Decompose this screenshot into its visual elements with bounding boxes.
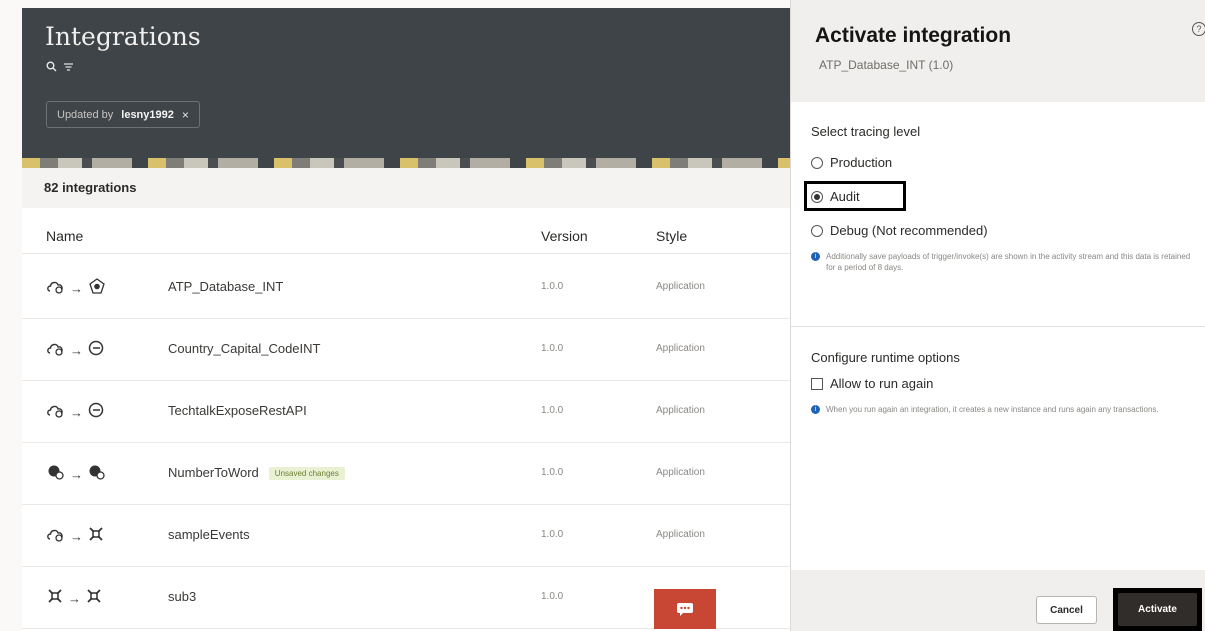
page-title: Integrations <box>45 22 201 51</box>
drawer-header: Activate integration ATP_Database_INT (1… <box>791 0 1205 102</box>
table-row[interactable]: → TechtalkExposeRestAPI 1.0.0 Applicatio… <box>22 381 790 443</box>
checkbox-label: Allow to run again <box>830 376 934 391</box>
database-adapter-icon <box>87 277 107 300</box>
soap-adapter-icon <box>46 463 66 486</box>
integrations-pane: Integrations Updated by lesny1992 × 82 i… <box>0 0 790 631</box>
help-icon[interactable]: ? <box>1192 22 1205 36</box>
radio-circle <box>811 156 823 169</box>
arrow-right-icon: → <box>70 467 83 482</box>
rest-adapter-icon <box>87 401 105 424</box>
integration-style: Application <box>656 405 705 416</box>
allow-run-again-checkbox[interactable]: Allow to run again <box>811 376 933 391</box>
activate-drawer: Activate integration ATP_Database_INT (1… <box>790 0 1205 631</box>
column-style[interactable]: Style <box>656 228 687 244</box>
integration-style: Application <box>656 281 705 292</box>
rest-adapter-icon <box>87 339 105 362</box>
connection-icons: → <box>46 525 105 548</box>
integrations-header: Integrations Updated by lesny1992 × <box>22 8 790 168</box>
run-again-info-text: When you run again an integration, it cr… <box>826 405 1159 414</box>
arrow-right-icon: → <box>68 591 81 606</box>
integration-style: Application <box>656 343 705 354</box>
integration-name[interactable]: sub3 <box>168 589 196 604</box>
cloud-adapter-icon <box>46 277 66 300</box>
integration-count: 82 integrations <box>22 168 790 208</box>
drawer-subtitle: ATP_Database_INT (1.0) <box>819 58 954 72</box>
connection-icons: → <box>46 339 105 362</box>
column-version[interactable]: Version <box>541 228 588 244</box>
table-row[interactable]: → Country_Capital_CodeINT 1.0.0 Applicat… <box>22 319 790 381</box>
integration-name[interactable]: sampleEvents <box>168 527 250 542</box>
table-row[interactable]: → NumberToWord Unsaved changes 1.0.0 Appl… <box>22 443 790 505</box>
cloud-adapter-icon <box>46 339 66 362</box>
connection-icons: → <box>46 401 105 424</box>
header-tools <box>46 61 74 75</box>
radio-label: Debug (Not recommended) <box>830 223 988 238</box>
radio-circle-selected <box>811 190 823 203</box>
connection-icons: → <box>46 277 107 300</box>
arrow-right-icon: → <box>70 529 83 544</box>
info-icon: i <box>811 252 820 261</box>
radio-audit[interactable]: Audit <box>811 189 860 204</box>
connection-icons: → <box>46 587 103 610</box>
radio-production[interactable]: Production <box>811 155 892 170</box>
integration-name[interactable]: Country_Capital_CodeINT <box>168 341 320 356</box>
integration-version: 1.0.0 <box>541 281 564 292</box>
arrow-right-icon: → <box>70 343 83 358</box>
integration-name-text: NumberToWord <box>168 465 259 480</box>
connection-icons: → <box>46 463 107 486</box>
unsaved-badge: Unsaved changes <box>268 467 345 481</box>
activate-button[interactable]: Activate <box>1118 593 1197 626</box>
arrow-right-icon: → <box>70 405 83 420</box>
search-icon[interactable] <box>46 61 57 75</box>
table-row[interactable]: → sub3 1.0.0 <box>22 567 790 629</box>
radio-label: Audit <box>830 189 860 204</box>
info-icon: i <box>811 405 820 414</box>
integration-name[interactable]: TechtalkExposeRestAPI <box>168 403 307 418</box>
cancel-button[interactable]: Cancel <box>1036 596 1097 624</box>
debug-info-text: Additionally save payloads of trigger/in… <box>826 252 1191 272</box>
integration-style: Application <box>656 529 705 540</box>
runtime-options-label: Configure runtime options <box>811 350 960 365</box>
integration-version: 1.0.0 <box>541 343 564 354</box>
integration-version: 1.0.0 <box>541 591 564 602</box>
table-row[interactable]: → ATP_Database_INT 1.0.0 Application <box>22 257 790 319</box>
filter-chip[interactable]: Updated by lesny1992 × <box>46 101 200 128</box>
event-adapter-icon <box>85 587 103 610</box>
filter-chip-value: lesny1992 <box>121 108 174 121</box>
integration-version: 1.0.0 <box>541 529 564 540</box>
checkbox-box <box>811 377 823 390</box>
integration-version: 1.0.0 <box>541 405 564 416</box>
radio-circle <box>811 224 823 237</box>
integration-name[interactable]: ATP_Database_INT <box>168 279 283 294</box>
filter-icon[interactable] <box>63 61 74 75</box>
radio-label: Production <box>830 155 893 170</box>
integrations-table: 82 integrations Name Version Style → ATP… <box>22 168 790 631</box>
arrow-right-icon: → <box>70 281 83 296</box>
radio-debug[interactable]: Debug (Not recommended) <box>811 223 988 238</box>
run-again-info: i When you run again an integration, it … <box>811 404 1191 415</box>
integration-name[interactable]: NumberToWord Unsaved changes <box>168 465 345 481</box>
tracing-level-label: Select tracing level <box>811 124 921 139</box>
chat-style-icon <box>654 589 716 629</box>
table-row[interactable]: → sampleEvents 1.0.0 Application <box>22 505 790 567</box>
section-divider <box>791 326 1205 327</box>
debug-info: i Additionally save payloads of trigger/… <box>811 251 1191 273</box>
event-adapter-icon <box>87 525 105 548</box>
filter-chip-label: Updated by <box>57 108 114 121</box>
integration-style: Application <box>656 467 705 478</box>
soap-adapter-icon <box>87 463 107 486</box>
close-icon[interactable]: × <box>182 108 189 122</box>
drawer-title: Activate integration <box>815 24 1012 47</box>
drawer-footer: Cancel Activate <box>791 570 1205 631</box>
column-name[interactable]: Name <box>46 228 83 244</box>
cloud-adapter-icon <box>46 525 66 548</box>
page: Integrations Updated by lesny1992 × 82 i… <box>0 0 1205 631</box>
table-header: Name Version Style <box>22 214 790 254</box>
cloud-adapter-icon <box>46 401 66 424</box>
event-adapter-icon <box>46 587 64 610</box>
header-decoration <box>22 158 790 168</box>
integration-version: 1.0.0 <box>541 467 564 478</box>
